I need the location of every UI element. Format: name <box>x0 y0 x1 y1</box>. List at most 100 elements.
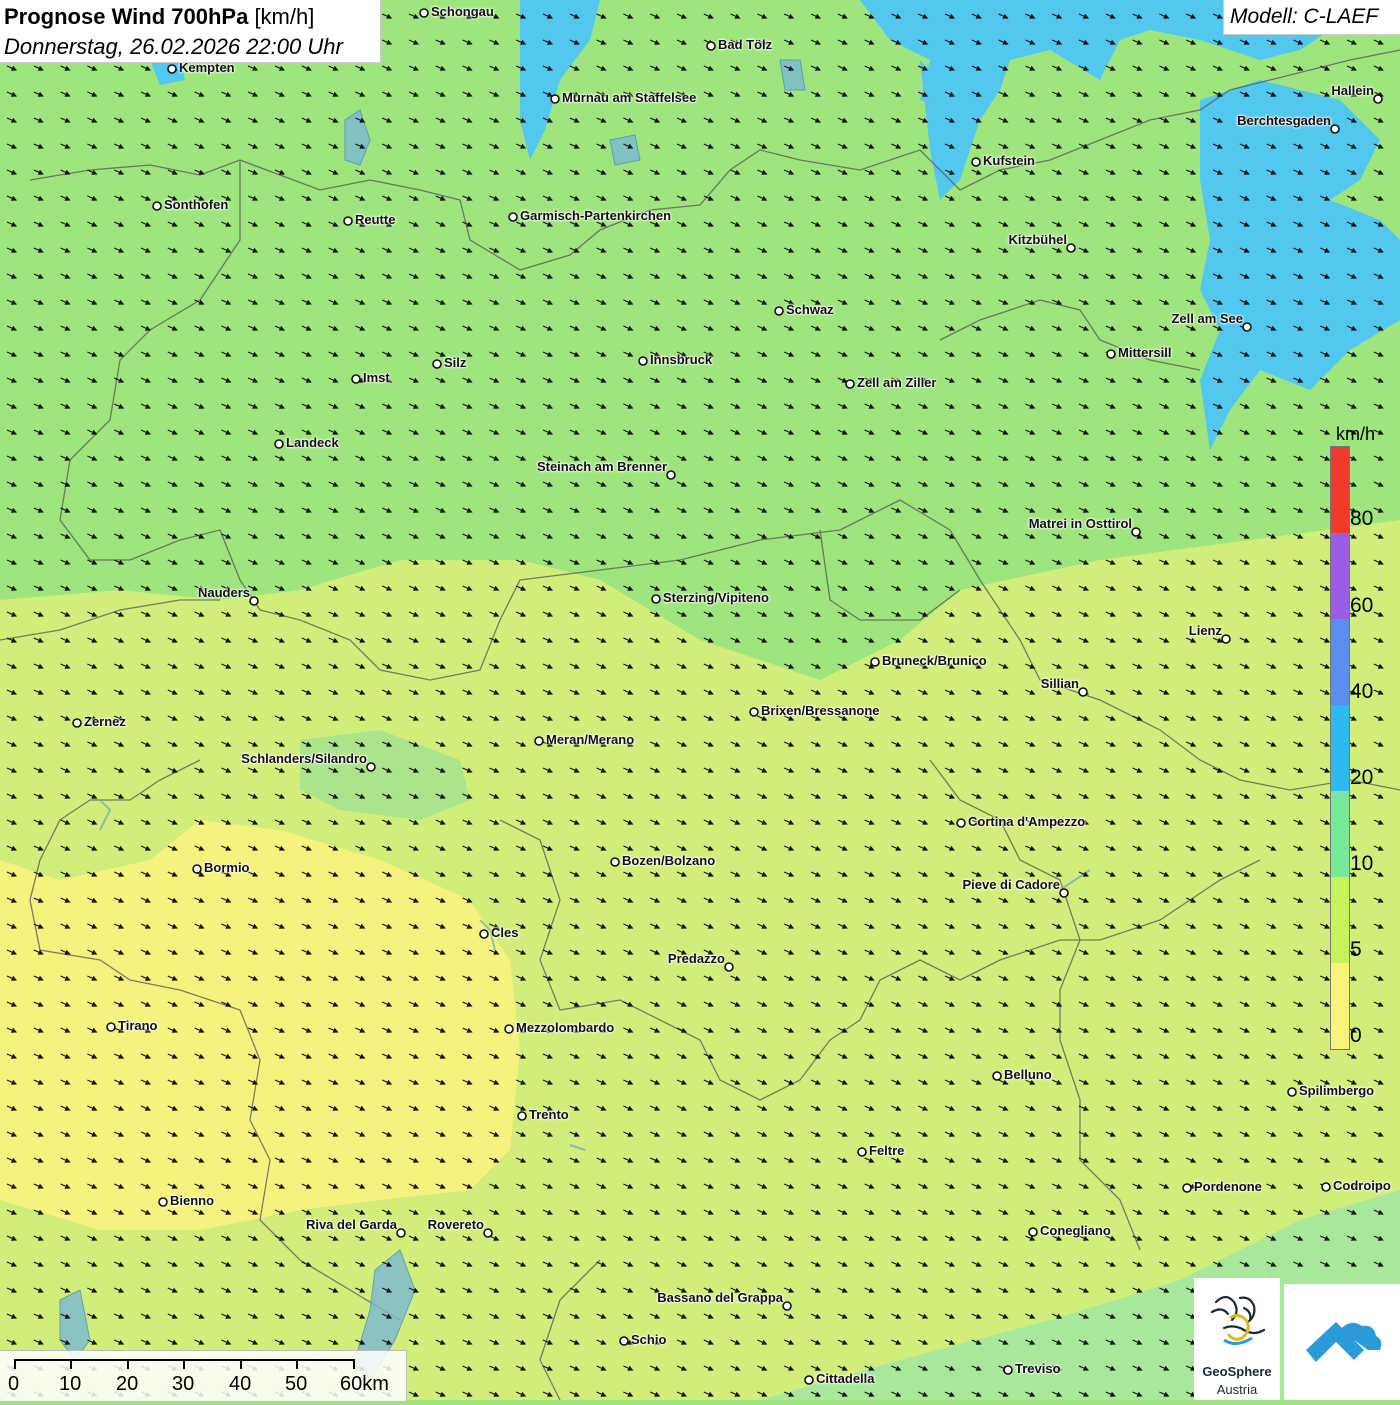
city-label: Bassano del Grappa <box>657 1290 783 1305</box>
city-marker <box>845 379 855 389</box>
legend-label-20: 20 <box>1350 766 1374 789</box>
city-marker <box>651 594 661 604</box>
city-label: Murnau am Staffelsee <box>562 90 697 105</box>
geosphere-emblem-icon <box>1210 1295 1266 1345</box>
weather-app-logo[interactable] <box>1284 1284 1400 1400</box>
city-label: Schlanders/Silandro <box>241 751 367 766</box>
city-label: Imst <box>363 370 390 385</box>
city-marker <box>1106 349 1116 359</box>
model-label: Modell: C-LAEF <box>1230 5 1379 28</box>
city-marker <box>504 1024 514 1034</box>
scale-tick <box>296 1359 298 1369</box>
city-marker <box>517 1111 527 1121</box>
city-label: Lienz <box>1188 623 1222 638</box>
city-label: Schio <box>631 1332 667 1347</box>
city-label: Feltre <box>869 1143 905 1158</box>
city-marker <box>749 707 759 717</box>
city-label: Silz <box>444 355 467 370</box>
scale-tick <box>14 1359 16 1369</box>
city-marker <box>432 359 442 369</box>
city-marker <box>249 596 259 606</box>
geosphere-logo[interactable]: GeoSphere Austria <box>1194 1278 1280 1400</box>
scale-label-10: 10 <box>59 1373 82 1395</box>
city-marker <box>192 864 202 874</box>
scale-tick <box>240 1359 242 1369</box>
legend-label-5: 5 <box>1350 938 1362 961</box>
city-marker <box>1242 322 1252 332</box>
city-label: Kufstein <box>983 153 1035 168</box>
city-label: Kempten <box>179 60 235 75</box>
city-marker <box>351 374 361 384</box>
city-label: Riva del Garda <box>305 1217 397 1232</box>
legend-seg-5 <box>1331 877 1349 963</box>
city-marker <box>152 201 162 211</box>
legend-seg-0 <box>1331 963 1349 1049</box>
scale-tick <box>183 1359 185 1369</box>
title-unit: [km/h] <box>254 4 315 29</box>
city-label: Steinach am Brenner <box>536 459 667 474</box>
map-title: Prognose Wind 700hPa [km/h] <box>4 4 314 30</box>
city-label: Schwaz <box>786 302 834 317</box>
city-marker <box>419 8 429 18</box>
scale-tick <box>127 1359 129 1369</box>
legend-seg-20 <box>1331 705 1349 791</box>
city-marker <box>479 929 489 939</box>
legend-label-0: 0 <box>1350 1024 1362 1047</box>
legend-label-80: 80 <box>1350 507 1374 530</box>
city-label: Codroipo <box>1333 1178 1391 1193</box>
city-label: Pordenone <box>1194 1179 1262 1194</box>
city-marker <box>1330 124 1340 134</box>
city-label: Trento <box>529 1107 569 1122</box>
legend-seg-40 <box>1331 619 1349 705</box>
city-marker <box>724 962 734 972</box>
city-label: Rovereto <box>427 1217 484 1232</box>
scale-tick <box>353 1359 355 1369</box>
city-label: Meran/Merano <box>546 732 635 747</box>
city-label: Mittersill <box>1118 345 1172 360</box>
city-marker <box>167 64 177 74</box>
city-marker <box>774 306 784 316</box>
city-label: Belluno <box>1004 1067 1052 1082</box>
city-marker <box>1028 1227 1038 1237</box>
scale-bar: 0 10 20 30 40 50 60km <box>0 1350 407 1401</box>
city-marker <box>870 657 880 667</box>
city-label: Cles <box>491 925 519 940</box>
mountain-cloud-icon <box>1306 1322 1382 1362</box>
city-label: Sterzing/Vipiteno <box>663 590 769 605</box>
city-marker <box>106 1022 116 1032</box>
city-marker <box>610 857 620 867</box>
city-label: Cittadella <box>816 1371 875 1386</box>
city-marker <box>804 1375 814 1385</box>
city-label: Hallein <box>1331 83 1374 98</box>
city-label: Tirano <box>118 1018 158 1033</box>
city-label: Zell am See <box>1171 311 1243 326</box>
legend-label-40: 40 <box>1350 680 1374 703</box>
scale-label-30: 30 <box>172 1373 195 1395</box>
city-label: Berchtesgaden <box>1237 113 1331 128</box>
city-label: Brixen/Bressanone <box>761 703 880 718</box>
city-label: Matrei in Osttirol <box>1028 516 1132 531</box>
city-label: Reutte <box>355 212 396 227</box>
city-marker <box>343 216 353 226</box>
legend-color-bar <box>1330 446 1350 1050</box>
city-marker <box>1373 94 1383 104</box>
legend-label-60: 60 <box>1350 594 1374 617</box>
city-marker <box>857 1147 867 1157</box>
city-marker <box>396 1228 406 1238</box>
legend-unit: km/h <box>1336 424 1376 444</box>
scale-tick <box>70 1359 72 1369</box>
city-marker <box>483 1228 493 1238</box>
legend-seg-60 <box>1331 533 1349 619</box>
scale-label-0: 0 <box>8 1373 20 1395</box>
city-label: Spilimbergo <box>1299 1083 1375 1098</box>
city-label: Kitzbühel <box>1008 232 1068 247</box>
city-label: Pieve di Cadore <box>962 877 1060 892</box>
city-marker <box>72 718 82 728</box>
scale-label-40: 40 <box>229 1373 252 1395</box>
city-label: Bruneck/Brunico <box>882 653 987 668</box>
city-marker <box>638 356 648 366</box>
city-marker <box>1182 1183 1192 1193</box>
city-label: Conegliano <box>1040 1223 1111 1238</box>
legend-label-10: 10 <box>1350 852 1374 875</box>
city-marker <box>1321 1182 1331 1192</box>
